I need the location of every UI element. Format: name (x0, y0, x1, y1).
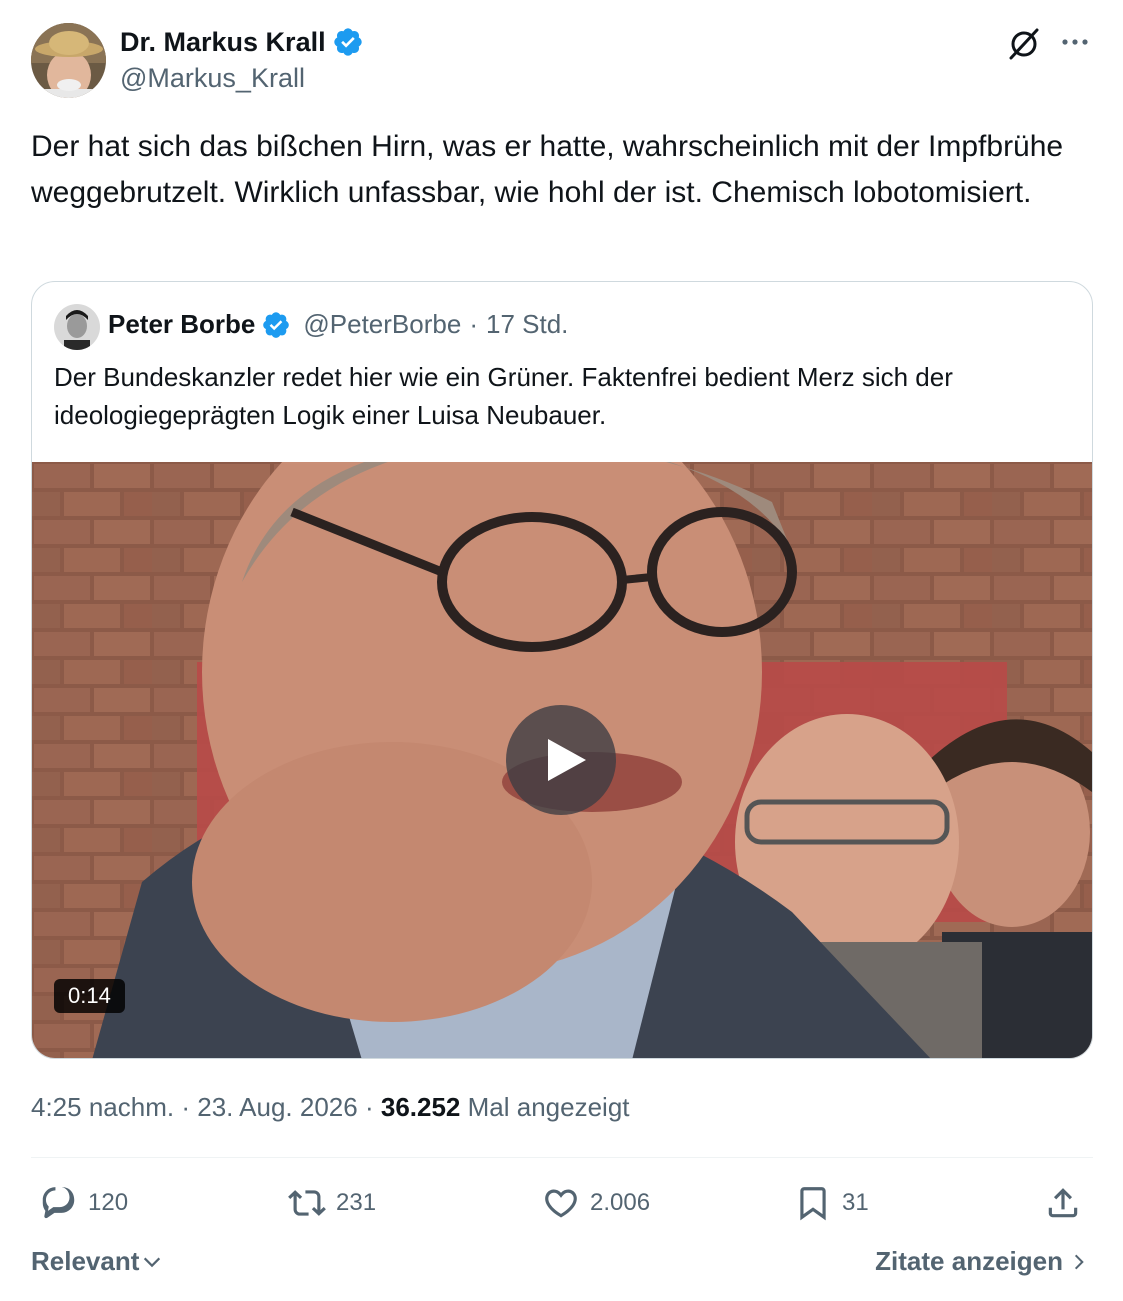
quoted-separator: · (469, 309, 478, 339)
share-button[interactable] (1044, 1183, 1082, 1223)
quoted-text: Der Bundeskanzler redet hier wie ein Grü… (54, 362, 953, 430)
tweet-meta: 4:25 nachm. · 23. Aug. 2026 · 36.252 Mal… (31, 1092, 630, 1123)
tweet-text: Der hat sich das bißchen Hirn, was er ha… (31, 130, 1064, 209)
video-player[interactable]: 0:14 (32, 462, 1092, 1058)
sort-label: Relevant (31, 1246, 140, 1276)
meta-separator: · (181, 1092, 190, 1122)
author-name[interactable]: Dr. Markus Krall (120, 26, 364, 58)
view-quotes-label: Zitate anzeigen (875, 1246, 1063, 1276)
like-count: 2.006 (590, 1189, 651, 1216)
more-options-icon[interactable] (1058, 28, 1092, 56)
bookmark-button[interactable]: 31 (794, 1183, 869, 1223)
quoted-tweet[interactable]: Peter Borbe @PeterBorbe · 17 Std. Der Bu… (31, 281, 1093, 1059)
quoted-avatar[interactable] (54, 304, 100, 350)
reply-count: 120 (88, 1189, 129, 1216)
repost-icon (288, 1190, 326, 1216)
quoted-header: Peter Borbe @PeterBorbe · 17 Std. (108, 309, 568, 340)
bookmark-icon (800, 1187, 826, 1221)
view-count: 36.252 (380, 1092, 461, 1122)
repost-button[interactable]: 231 (288, 1183, 376, 1223)
chevron-down-icon (144, 1257, 161, 1267)
sort-dropdown[interactable]: Relevant (31, 1246, 163, 1277)
tweet-time[interactable]: 4:25 nachm. (31, 1092, 174, 1122)
video-duration: 0:14 (54, 979, 125, 1013)
meta-separator: · (364, 1092, 374, 1122)
share-icon (1048, 1188, 1078, 1218)
play-icon (548, 739, 586, 781)
verified-badge-icon (263, 311, 290, 338)
verified-badge-icon (333, 28, 362, 56)
heart-icon (545, 1189, 577, 1218)
play-button[interactable] (506, 705, 616, 815)
quoted-name[interactable]: Peter Borbe (108, 309, 255, 340)
chevron-right-icon (1074, 1254, 1084, 1269)
repost-count: 231 (336, 1189, 377, 1216)
author-handle[interactable]: @Markus_Krall (120, 63, 305, 94)
like-button[interactable]: 2.006 (542, 1183, 650, 1223)
quoted-time[interactable]: 17 Std. (486, 309, 568, 340)
view-quotes-link[interactable]: Zitate anzeigen (875, 1246, 1089, 1277)
tweet-date[interactable]: 23. Aug. 2026 (197, 1092, 357, 1122)
view-label: Mal angezeigt (467, 1092, 630, 1122)
divider (31, 1157, 1093, 1158)
quoted-handle[interactable]: @PeterBorbe (303, 309, 461, 340)
bookmark-count: 31 (842, 1189, 869, 1216)
reply-icon (42, 1187, 75, 1219)
reply-button[interactable]: 120 (40, 1183, 128, 1223)
grok-icon[interactable] (1006, 26, 1042, 62)
author-name-text[interactable]: Dr. Markus Krall (120, 27, 326, 58)
author-avatar[interactable] (31, 23, 106, 98)
